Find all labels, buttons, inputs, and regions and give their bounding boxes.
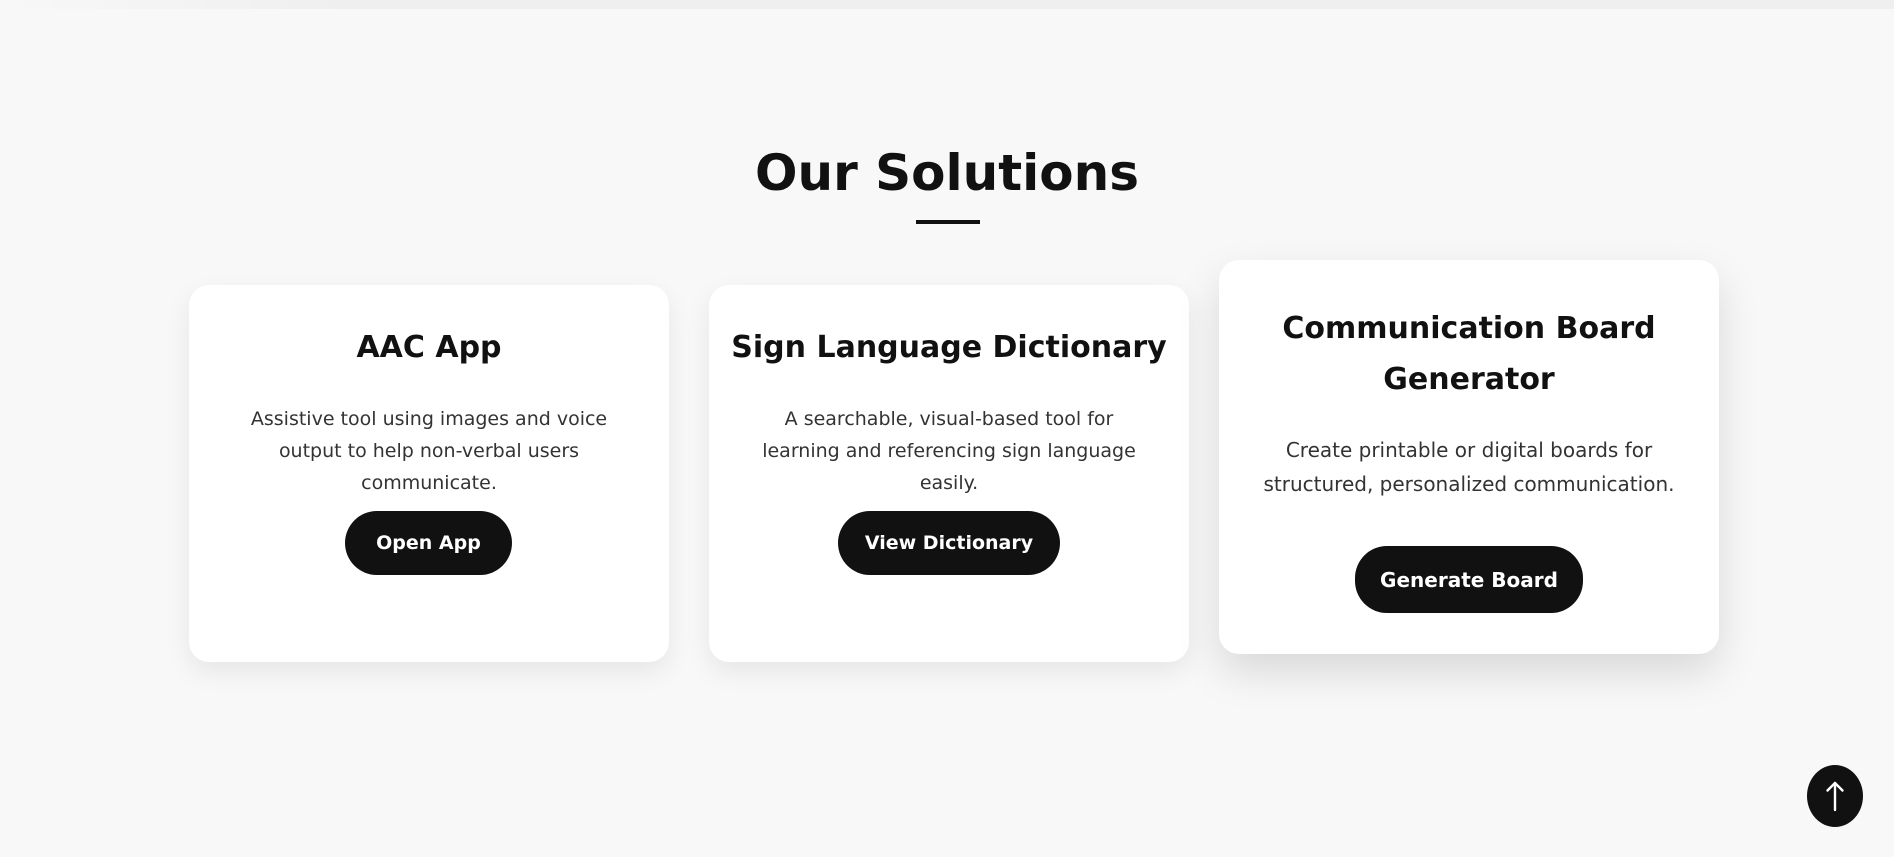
- top-strip: [0, 0, 1894, 9]
- aac-app-card: AAC App Assistive tool using images and …: [189, 285, 669, 662]
- view-dictionary-button[interactable]: View Dictionary: [838, 511, 1060, 575]
- section-title: Our Solutions: [754, 144, 1139, 202]
- communication-board-generator-description: Create printable or digital boards for s…: [1263, 438, 1675, 496]
- sign-language-dictionary-title: Sign Language Dictionary: [731, 330, 1167, 365]
- sign-language-dictionary-description: A searchable, visual-based tool for lear…: [762, 408, 1136, 494]
- generate-board-button[interactable]: Generate Board: [1355, 546, 1583, 613]
- aac-app-title: AAC App: [356, 330, 502, 365]
- scroll-to-top-button[interactable]: [1807, 765, 1863, 827]
- title-underline: [916, 220, 980, 224]
- aac-app-description: Assistive tool using images and voice ou…: [250, 408, 608, 494]
- communication-board-generator-title: Communication Board Generator: [1282, 311, 1656, 397]
- sign-language-dictionary-card: Sign Language Dictionary A searchable, v…: [709, 285, 1189, 662]
- arrow-up-icon: [1826, 781, 1844, 812]
- open-app-button[interactable]: Open App: [345, 511, 512, 575]
- communication-board-generator-card: Communication Board Generator Create pri…: [1219, 260, 1719, 654]
